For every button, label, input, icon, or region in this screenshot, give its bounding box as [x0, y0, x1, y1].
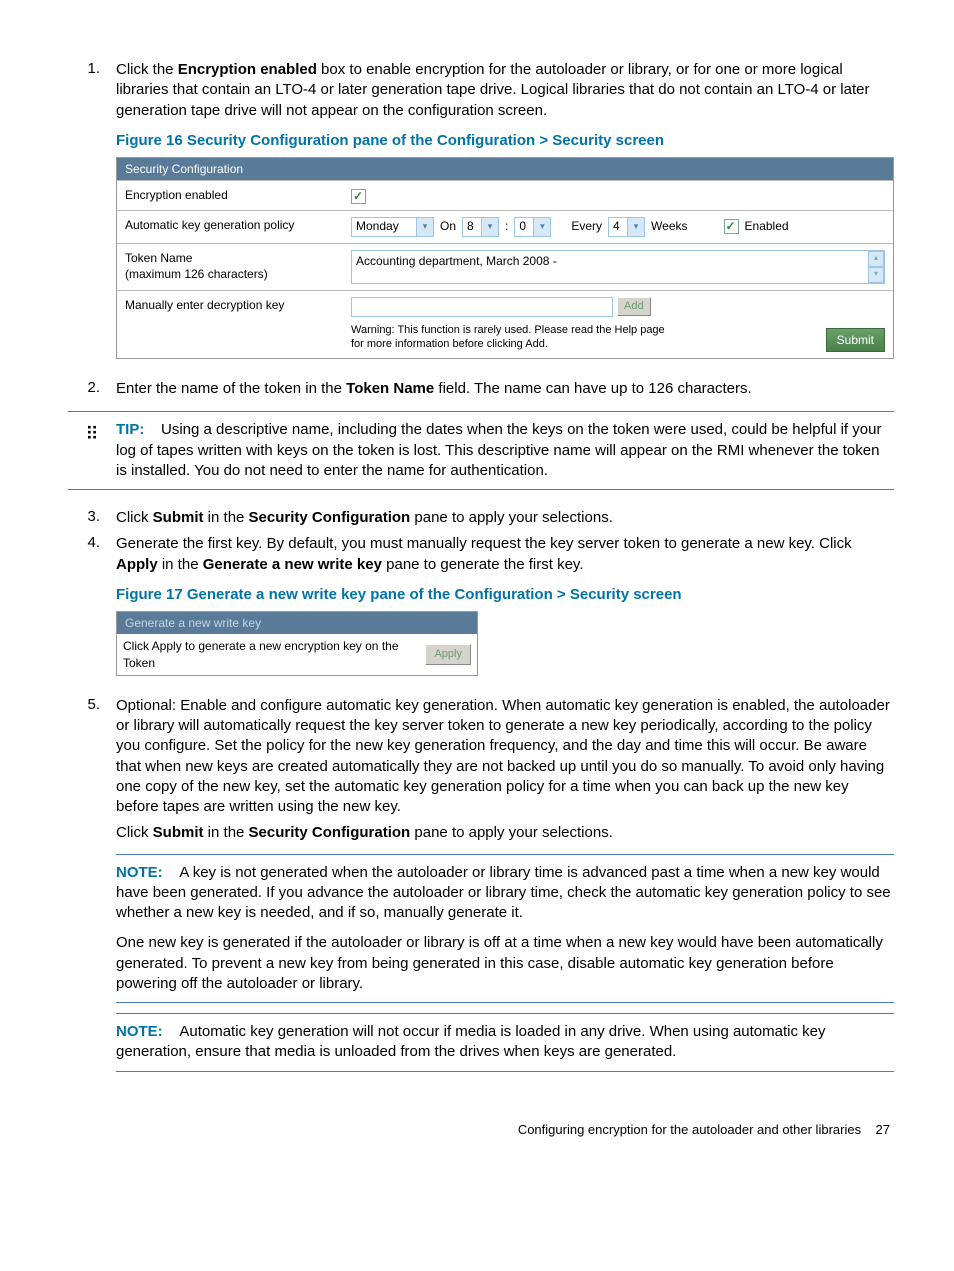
- step5-b1: Submit: [153, 824, 204, 841]
- note-label: NOTE:: [116, 864, 163, 881]
- generate-key-label: Click Apply to generate a new encryption…: [123, 638, 425, 670]
- day-select[interactable]: Monday▾: [351, 217, 434, 237]
- encryption-enabled-checkbox[interactable]: [351, 189, 366, 204]
- token-name-value: Accounting department, March 2008 -: [352, 251, 868, 283]
- every-label: Every: [571, 218, 602, 234]
- scrollbar[interactable]: ▴ ▾: [868, 251, 884, 283]
- on-label: On: [440, 218, 456, 234]
- note2-p1: Automatic key generation will not occur …: [116, 1023, 826, 1060]
- step3-b1: Submit: [153, 509, 204, 526]
- step-number: 5.: [60, 696, 116, 1082]
- weeks-select[interactable]: 4▾: [608, 217, 645, 237]
- step3-p2: in the: [204, 509, 249, 526]
- step4-p2: in the: [158, 556, 203, 573]
- token-name-label: Token Name: [125, 250, 335, 266]
- warning-line1: Warning: This function is rarely used. P…: [351, 323, 826, 338]
- step2-p2: field. The name can have up to 126 chara…: [434, 380, 751, 397]
- security-config-screenshot: Security Configuration Encryption enable…: [116, 157, 894, 359]
- step4-p1: Generate the first key. By default, you …: [116, 535, 852, 552]
- scroll-up-icon[interactable]: ▴: [868, 251, 884, 267]
- step5-p1: Optional: Enable and configure automatic…: [116, 696, 894, 818]
- step-number: 1.: [60, 60, 116, 373]
- step-number: 4.: [60, 534, 116, 689]
- panel-header: Security Configuration: [117, 158, 893, 180]
- policy-enabled-checkbox[interactable]: [724, 219, 739, 234]
- note1-p1: A key is not generated when the autoload…: [116, 864, 891, 922]
- auto-keygen-label: Automatic key generation policy: [117, 211, 343, 243]
- token-name-max: (maximum 126 characters): [125, 266, 335, 282]
- chevron-down-icon: ▾: [533, 218, 550, 236]
- warning-line2: for more information before clicking Add…: [351, 337, 826, 352]
- weeks-label: Weeks: [651, 218, 687, 234]
- step5-p2c: in the: [204, 824, 249, 841]
- step4-p3: pane to generate the first key.: [382, 556, 584, 573]
- step3-b2: Security Configuration: [249, 509, 411, 526]
- tip-lightbulb-icon: ⠿: [85, 424, 98, 444]
- encryption-enabled-label: Encryption enabled: [117, 181, 343, 209]
- step5-b2: Security Configuration: [249, 824, 411, 841]
- step-number: 3.: [60, 508, 116, 528]
- step3-p3: pane to apply your selections.: [410, 509, 613, 526]
- chevron-down-icon: ▾: [481, 218, 498, 236]
- tip-text: Using a descriptive name, including the …: [116, 421, 881, 479]
- token-name-textarea[interactable]: Accounting department, March 2008 - ▴ ▾: [351, 250, 885, 284]
- add-button[interactable]: Add: [617, 297, 651, 316]
- panel-header: Generate a new write key: [117, 612, 477, 634]
- figure16-caption: Figure 16 Security Configuration pane of…: [116, 131, 894, 151]
- generate-key-screenshot: Generate a new write key Click Apply to …: [116, 611, 478, 676]
- note1-p2: One new key is generated if the autoload…: [116, 933, 894, 994]
- apply-button[interactable]: Apply: [425, 644, 471, 665]
- step5-p2d: pane to apply your selections.: [410, 824, 613, 841]
- decryption-key-input[interactable]: [351, 297, 613, 317]
- step2-b1: Token Name: [346, 380, 434, 397]
- step1-intro: Click the: [116, 61, 178, 78]
- step2-p1: Enter the name of the token in the: [116, 380, 346, 397]
- step5-p2a: Click: [116, 824, 153, 841]
- submit-button[interactable]: Submit: [826, 328, 885, 352]
- policy-enabled-label: Enabled: [745, 218, 789, 234]
- step3-p1: Click: [116, 509, 153, 526]
- step4-b2: Generate a new write key: [203, 556, 382, 573]
- note-label: NOTE:: [116, 1023, 163, 1040]
- footer-text: Configuring encryption for the autoloade…: [518, 1122, 861, 1137]
- step4-b1: Apply: [116, 556, 158, 573]
- chevron-down-icon: ▾: [627, 218, 644, 236]
- decryption-key-label: Manually enter decryption key: [117, 291, 343, 359]
- page-number: 27: [876, 1122, 890, 1137]
- step1-bold: Encryption enabled: [178, 61, 317, 78]
- minute-select[interactable]: 0▾: [514, 217, 551, 237]
- figure17-caption: Figure 17 Generate a new write key pane …: [116, 585, 894, 605]
- hour-select[interactable]: 8▾: [462, 217, 499, 237]
- tip-label: TIP:: [116, 421, 144, 438]
- scroll-down-icon[interactable]: ▾: [868, 267, 884, 283]
- colon: :: [505, 218, 508, 234]
- chevron-down-icon: ▾: [416, 218, 433, 236]
